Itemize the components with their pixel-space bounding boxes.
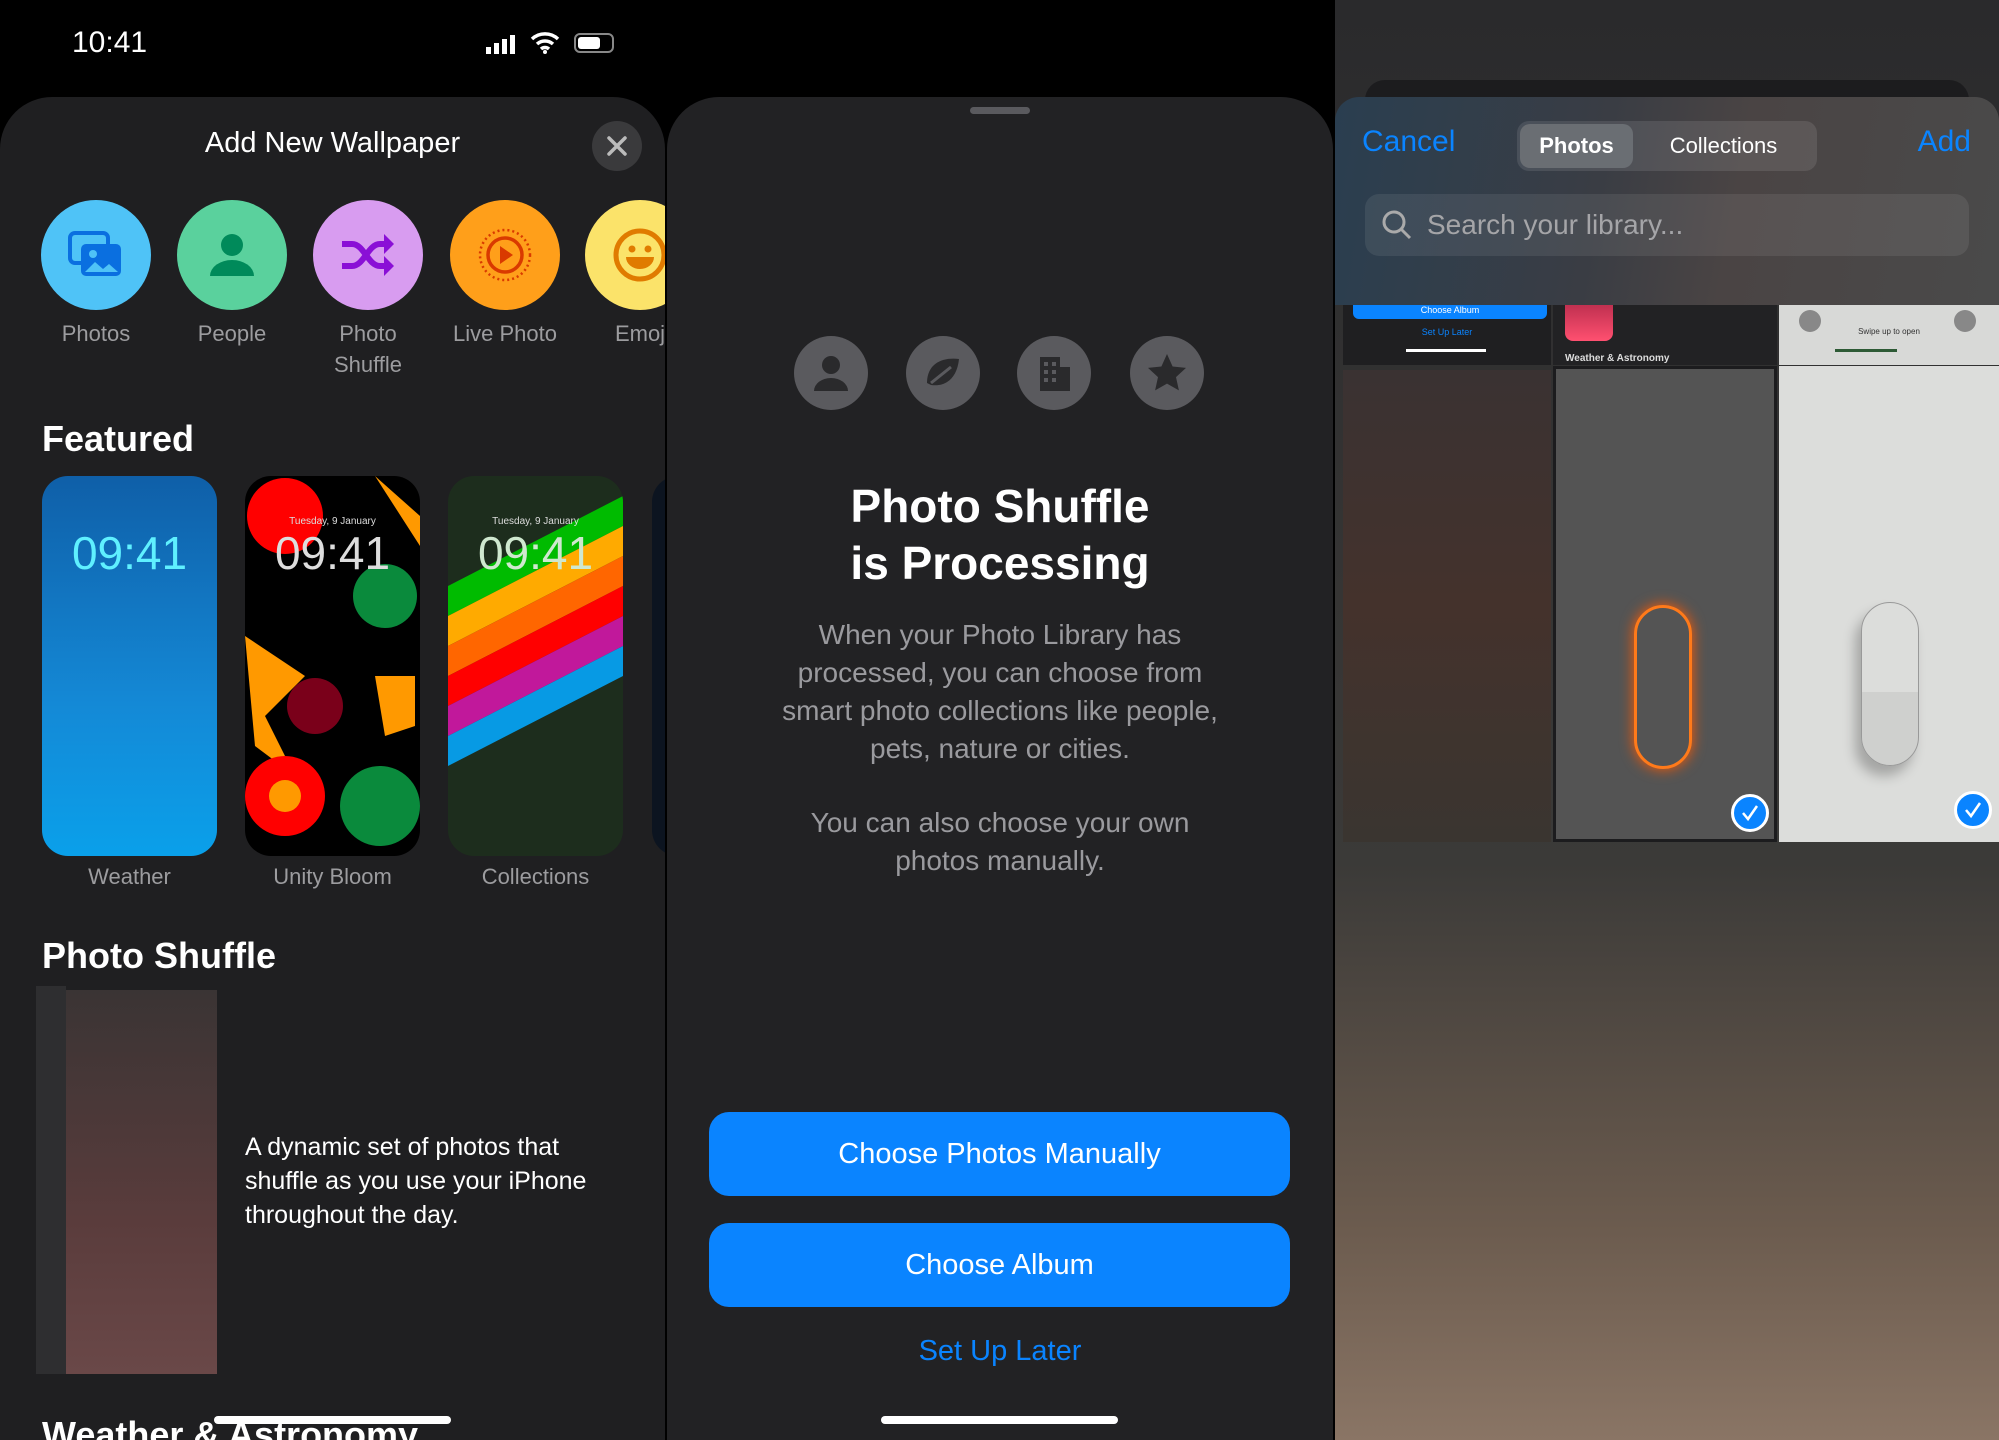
- photo-shuffle-processing-panel: Photo Shuffle is Processing When your Pho…: [667, 0, 1333, 1440]
- person-icon: [210, 234, 254, 276]
- photo-shuffle-preview[interactable]: [66, 990, 217, 1374]
- photo-shuffle-description: A dynamic set of photos that shuffle as y…: [245, 1133, 587, 1229]
- search-icon: [1382, 210, 1412, 240]
- photo-thumb-3[interactable]: [1779, 366, 1999, 842]
- white-pill: [1861, 602, 1919, 766]
- checkmark-icon: [1965, 802, 1982, 819]
- search-placeholder: Search your library...: [1427, 209, 1684, 240]
- building-icon: [1040, 357, 1070, 391]
- photo-shuffle-heading: Photo Shuffle: [42, 935, 276, 976]
- emoji-icon: [613, 228, 665, 282]
- thumb-top-left[interactable]: Choose Album Set Up Later: [1343, 305, 1551, 365]
- processing-title: Photo Shuffle is Processing: [850, 480, 1150, 589]
- person-icon-circle: [794, 336, 868, 410]
- thumb-home-bar: [1406, 349, 1486, 352]
- home-indicator[interactable]: [881, 1416, 1118, 1424]
- wallpaper-label: Collections: [481, 864, 590, 889]
- choose-photos-manually-button[interactable]: Choose Photos Manually: [709, 1112, 1290, 1196]
- category-photos[interactable]: [41, 200, 151, 310]
- category-live-photo[interactable]: [450, 200, 560, 310]
- thumb-text: Set Up Later: [1421, 327, 1473, 337]
- photos-icon: [68, 231, 121, 276]
- thumb-top-mid[interactable]: Weather & Astronomy: [1553, 305, 1777, 365]
- status-time: 10:41: [72, 26, 148, 59]
- add-wallpaper-panel: 10:41 Add New Wallpaper Photos People Ph…: [0, 0, 665, 1440]
- segmented-control: Photos Collections: [1517, 121, 1817, 171]
- photo-thumb-1[interactable]: [1343, 370, 1551, 842]
- signal-icon: [486, 34, 515, 54]
- set-up-later-link[interactable]: Set Up Later: [667, 1335, 1333, 1368]
- building-icon-circle: [1017, 336, 1091, 410]
- wallpaper-label: Unity Bloom: [273, 864, 392, 889]
- close-icon: [607, 136, 627, 156]
- thumb-top-right[interactable]: Swipe up to open: [1779, 305, 1999, 365]
- category-label: Live Photo: [453, 321, 557, 346]
- wallpaper-collections[interactable]: Tuesday, 9 January 09:41: [448, 476, 623, 856]
- wallpaper-label: Weather: [88, 864, 171, 889]
- wallpaper-unity-bloom[interactable]: Tuesday, 9 January 09:41: [245, 476, 420, 856]
- photo-thumb-2[interactable]: [1553, 366, 1777, 842]
- checkmark-icon: [1742, 805, 1759, 822]
- tab-collections[interactable]: Collections: [1633, 124, 1814, 168]
- wallpaper-clock: 09:41: [71, 527, 188, 579]
- sheet-title: Add New Wallpaper: [204, 127, 461, 159]
- thumb-photo: [1565, 305, 1613, 341]
- battery-icon: [574, 33, 614, 53]
- glowing-pill: [1634, 605, 1692, 769]
- category-people[interactable]: [177, 200, 287, 310]
- thumb-text: Choose Album: [1353, 305, 1547, 319]
- add-button[interactable]: Add: [1918, 125, 1971, 159]
- sheet-grabber[interactable]: [970, 107, 1030, 114]
- cancel-button[interactable]: Cancel: [1362, 125, 1455, 159]
- wallpaper-clock: 09:41: [477, 527, 594, 579]
- processing-body-manual: You can also choose your own photos manua…: [810, 807, 1190, 876]
- wallpaper-clock: 09:41: [274, 527, 391, 579]
- live-photo-icon: [478, 228, 532, 282]
- thumb-text: Weather & Astronomy: [1565, 353, 1670, 364]
- search-input[interactable]: Search your library...: [1365, 194, 1969, 256]
- choose-album-button[interactable]: Choose Album: [709, 1223, 1290, 1307]
- picker-header: Cancel Photos Collections Add Search you…: [1335, 97, 1999, 305]
- leaf-icon-circle: [906, 336, 980, 410]
- person-icon: [814, 356, 848, 391]
- wallpaper-partial[interactable]: [652, 476, 665, 856]
- star-icon-circle: [1130, 336, 1204, 410]
- photo-picker-panel: Choose Album Set Up Later Weather & Astr…: [1335, 0, 1999, 1440]
- home-indicator[interactable]: [214, 1416, 451, 1424]
- wallpaper-weather[interactable]: 09:41: [42, 476, 217, 856]
- processing-body: When your Photo Library has processed, yo…: [782, 619, 1218, 764]
- tab-photos[interactable]: Photos: [1520, 124, 1633, 168]
- category-photo-shuffle[interactable]: [313, 200, 423, 310]
- shuffle-stack-back: [36, 986, 66, 1374]
- wifi-icon: [530, 32, 560, 54]
- category-label: Photos: [61, 321, 131, 346]
- star-icon: [1148, 354, 1186, 391]
- leaf-icon: [927, 358, 959, 386]
- category-label: People: [197, 321, 267, 346]
- featured-heading: Featured: [42, 418, 195, 459]
- category-label: Emoj: [614, 321, 665, 346]
- selected-check[interactable]: [1954, 791, 1992, 829]
- thumb-text: Swipe up to open: [1858, 327, 1920, 336]
- close-button[interactable]: [592, 121, 642, 171]
- shuffle-icon: [342, 234, 394, 276]
- thumb-home-bar: [1835, 349, 1897, 352]
- category-label: Photo Shuffle: [333, 321, 403, 377]
- selected-check[interactable]: [1731, 794, 1769, 832]
